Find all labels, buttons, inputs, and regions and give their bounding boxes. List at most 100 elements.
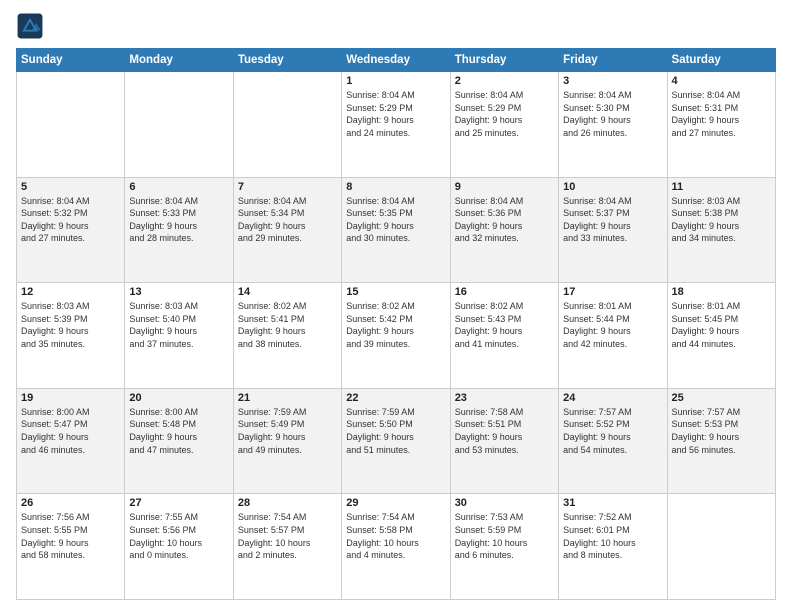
day-cell: 12 Sunrise: 8:03 AM Sunset: 5:39 PM Dayli… — [17, 283, 125, 389]
day-cell: 15 Sunrise: 8:02 AM Sunset: 5:42 PM Dayli… — [342, 283, 450, 389]
day-number: 27 — [129, 497, 228, 509]
week-row-4: 19 Sunrise: 8:00 AM Sunset: 5:47 PM Dayli… — [17, 388, 776, 494]
week-row-1: 1Sunrise: 8:04 AM Sunset: 5:29 PM Daylig… — [17, 72, 776, 178]
header — [16, 12, 776, 40]
day-number: 22 — [346, 392, 445, 404]
day-info: Sunrise: 8:02 AM Sunset: 5:42 PM Dayligh… — [346, 300, 445, 350]
day-info: Sunrise: 8:04 AM Sunset: 5:35 PM Dayligh… — [346, 195, 445, 245]
logo — [16, 12, 48, 40]
day-info: Sunrise: 8:04 AM Sunset: 5:36 PM Dayligh… — [455, 195, 554, 245]
day-cell: 26 Sunrise: 7:56 AM Sunset: 5:55 PM Dayli… — [17, 494, 125, 600]
day-number: 30 — [455, 497, 554, 509]
day-info: Sunrise: 7:58 AM Sunset: 5:51 PM Dayligh… — [455, 406, 554, 456]
day-number: 8 — [346, 181, 445, 193]
day-info: Sunrise: 7:52 AM Sunset: 6:01 PM Dayligh… — [563, 511, 662, 561]
day-cell — [667, 494, 775, 600]
weekday-header-tuesday: Tuesday — [233, 49, 341, 72]
weekday-header-saturday: Saturday — [667, 49, 775, 72]
day-number: 29 — [346, 497, 445, 509]
day-cell: 23 Sunrise: 7:58 AM Sunset: 5:51 PM Dayli… — [450, 388, 558, 494]
day-cell — [17, 72, 125, 178]
day-cell: 16 Sunrise: 8:02 AM Sunset: 5:43 PM Dayli… — [450, 283, 558, 389]
day-number: 23 — [455, 392, 554, 404]
weekday-header-sunday: Sunday — [17, 49, 125, 72]
day-cell: 17Sunrise: 8:01 AM Sunset: 5:44 PM Dayli… — [559, 283, 667, 389]
day-cell: 3 Sunrise: 8:04 AM Sunset: 5:30 PM Daylig… — [559, 72, 667, 178]
day-info: Sunrise: 7:54 AM Sunset: 5:58 PM Dayligh… — [346, 511, 445, 561]
day-number: 21 — [238, 392, 337, 404]
day-info: Sunrise: 8:04 AM Sunset: 5:32 PM Dayligh… — [21, 195, 120, 245]
day-number: 25 — [672, 392, 771, 404]
day-number: 26 — [21, 497, 120, 509]
day-cell: 10 Sunrise: 8:04 AM Sunset: 5:37 PM Dayli… — [559, 177, 667, 283]
day-info: Sunrise: 8:01 AM Sunset: 5:45 PM Dayligh… — [672, 300, 771, 350]
day-info: Sunrise: 8:02 AM Sunset: 5:41 PM Dayligh… — [238, 300, 337, 350]
weekday-header-row: SundayMondayTuesdayWednesdayThursdayFrid… — [17, 49, 776, 72]
day-number: 24 — [563, 392, 662, 404]
day-number: 12 — [21, 286, 120, 298]
week-row-2: 5Sunrise: 8:04 AM Sunset: 5:32 PM Daylig… — [17, 177, 776, 283]
day-number: 17 — [563, 286, 662, 298]
day-cell: 20Sunrise: 8:00 AM Sunset: 5:48 PM Dayli… — [125, 388, 233, 494]
weekday-header-monday: Monday — [125, 49, 233, 72]
day-number: 18 — [672, 286, 771, 298]
logo-icon — [16, 12, 44, 40]
day-info: Sunrise: 7:55 AM Sunset: 5:56 PM Dayligh… — [129, 511, 228, 561]
day-cell: 21 Sunrise: 7:59 AM Sunset: 5:49 PM Dayli… — [233, 388, 341, 494]
day-number: 9 — [455, 181, 554, 193]
day-info: Sunrise: 7:57 AM Sunset: 5:52 PM Dayligh… — [563, 406, 662, 456]
day-cell — [233, 72, 341, 178]
day-number: 4 — [672, 75, 771, 87]
day-cell — [125, 72, 233, 178]
day-number: 20 — [129, 392, 228, 404]
day-number: 11 — [672, 181, 771, 193]
day-number: 2 — [455, 75, 554, 87]
day-cell: 22 Sunrise: 7:59 AM Sunset: 5:50 PM Dayli… — [342, 388, 450, 494]
day-cell: 13 Sunrise: 8:03 AM Sunset: 5:40 PM Dayli… — [125, 283, 233, 389]
day-info: Sunrise: 7:53 AM Sunset: 5:59 PM Dayligh… — [455, 511, 554, 561]
week-row-3: 12 Sunrise: 8:03 AM Sunset: 5:39 PM Dayli… — [17, 283, 776, 389]
weekday-header-thursday: Thursday — [450, 49, 558, 72]
day-cell: 2 Sunrise: 8:04 AM Sunset: 5:29 PM Daylig… — [450, 72, 558, 178]
day-info: Sunrise: 8:00 AM Sunset: 5:47 PM Dayligh… — [21, 406, 120, 456]
weekday-header-wednesday: Wednesday — [342, 49, 450, 72]
day-info: Sunrise: 8:04 AM Sunset: 5:37 PM Dayligh… — [563, 195, 662, 245]
page: SundayMondayTuesdayWednesdayThursdayFrid… — [0, 0, 792, 612]
day-number: 3 — [563, 75, 662, 87]
week-row-5: 26 Sunrise: 7:56 AM Sunset: 5:55 PM Dayli… — [17, 494, 776, 600]
day-cell: 31Sunrise: 7:52 AM Sunset: 6:01 PM Dayli… — [559, 494, 667, 600]
day-cell: 9 Sunrise: 8:04 AM Sunset: 5:36 PM Daylig… — [450, 177, 558, 283]
day-number: 7 — [238, 181, 337, 193]
day-number: 15 — [346, 286, 445, 298]
day-info: Sunrise: 8:04 AM Sunset: 5:31 PM Dayligh… — [672, 89, 771, 139]
day-info: Sunrise: 8:02 AM Sunset: 5:43 PM Dayligh… — [455, 300, 554, 350]
day-cell: 29 Sunrise: 7:54 AM Sunset: 5:58 PM Dayli… — [342, 494, 450, 600]
day-info: Sunrise: 7:54 AM Sunset: 5:57 PM Dayligh… — [238, 511, 337, 561]
day-cell: 18 Sunrise: 8:01 AM Sunset: 5:45 PM Dayli… — [667, 283, 775, 389]
day-cell: 4 Sunrise: 8:04 AM Sunset: 5:31 PM Daylig… — [667, 72, 775, 178]
day-cell: 7 Sunrise: 8:04 AM Sunset: 5:34 PM Daylig… — [233, 177, 341, 283]
day-number: 13 — [129, 286, 228, 298]
day-number: 19 — [21, 392, 120, 404]
day-cell: 6Sunrise: 8:04 AM Sunset: 5:33 PM Daylig… — [125, 177, 233, 283]
day-number: 14 — [238, 286, 337, 298]
day-cell: 14 Sunrise: 8:02 AM Sunset: 5:41 PM Dayli… — [233, 283, 341, 389]
day-cell: 11 Sunrise: 8:03 AM Sunset: 5:38 PM Dayli… — [667, 177, 775, 283]
day-info: Sunrise: 7:56 AM Sunset: 5:55 PM Dayligh… — [21, 511, 120, 561]
day-number: 28 — [238, 497, 337, 509]
day-number: 16 — [455, 286, 554, 298]
day-info: Sunrise: 8:04 AM Sunset: 5:29 PM Dayligh… — [455, 89, 554, 139]
day-info: Sunrise: 8:03 AM Sunset: 5:38 PM Dayligh… — [672, 195, 771, 245]
day-cell: 24 Sunrise: 7:57 AM Sunset: 5:52 PM Dayli… — [559, 388, 667, 494]
day-info: Sunrise: 7:59 AM Sunset: 5:50 PM Dayligh… — [346, 406, 445, 456]
day-number: 10 — [563, 181, 662, 193]
day-info: Sunrise: 8:04 AM Sunset: 5:30 PM Dayligh… — [563, 89, 662, 139]
day-cell: 25Sunrise: 7:57 AM Sunset: 5:53 PM Dayli… — [667, 388, 775, 494]
day-cell: 1Sunrise: 8:04 AM Sunset: 5:29 PM Daylig… — [342, 72, 450, 178]
day-info: Sunrise: 7:59 AM Sunset: 5:49 PM Dayligh… — [238, 406, 337, 456]
day-cell: 5Sunrise: 8:04 AM Sunset: 5:32 PM Daylig… — [17, 177, 125, 283]
day-info: Sunrise: 8:04 AM Sunset: 5:34 PM Dayligh… — [238, 195, 337, 245]
day-info: Sunrise: 8:03 AM Sunset: 5:39 PM Dayligh… — [21, 300, 120, 350]
day-info: Sunrise: 8:03 AM Sunset: 5:40 PM Dayligh… — [129, 300, 228, 350]
calendar-table: SundayMondayTuesdayWednesdayThursdayFrid… — [16, 48, 776, 600]
